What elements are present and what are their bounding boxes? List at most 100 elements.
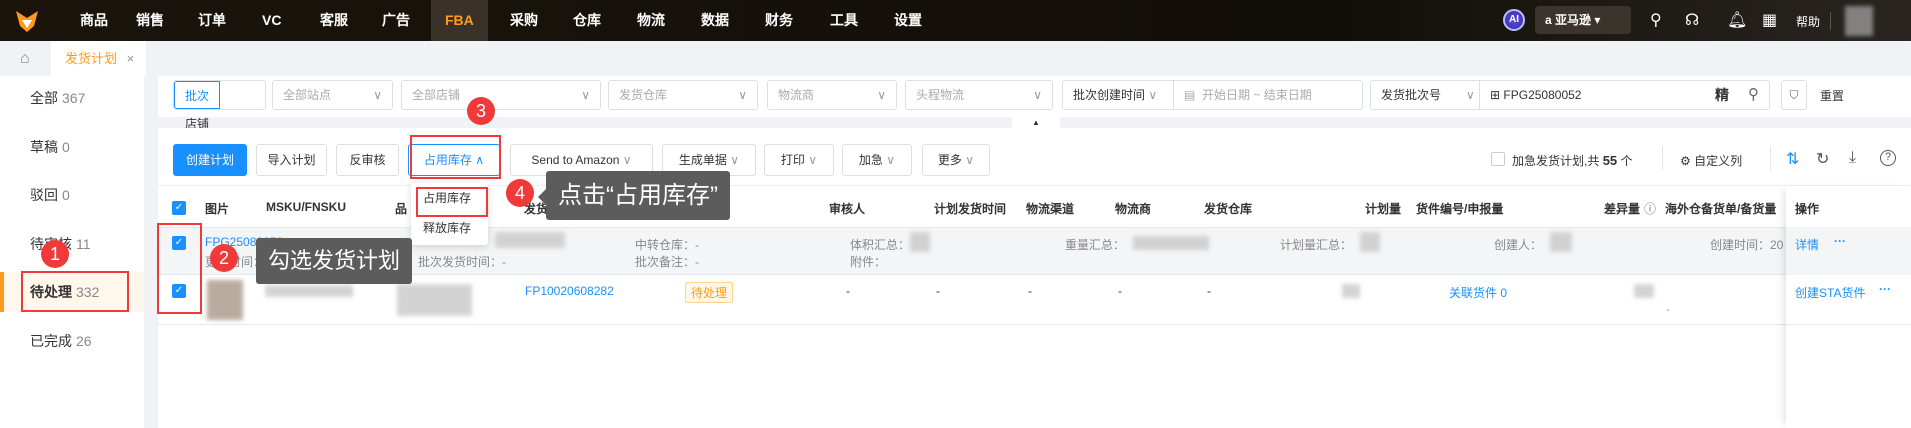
step-2-marker: 2: [210, 244, 238, 272]
select-all-checkbox[interactable]: ✓: [172, 201, 186, 215]
search-icon[interactable]: ⚲: [1650, 10, 1662, 30]
product-image: [207, 280, 243, 320]
column-header-11: 货件编号/申报量: [1416, 202, 1504, 216]
search-type-select[interactable]: 发货批次号: [1381, 88, 1441, 102]
headset-icon[interactable]: ☊: [1685, 10, 1699, 30]
reset-button[interactable]: 重置: [1820, 87, 1844, 104]
highlight-checkboxes: [157, 223, 202, 314]
linked-shipments-link[interactable]: 关联货件 0: [1449, 284, 1507, 301]
blurred-info: [1550, 232, 1572, 252]
menu-item-release-stock[interactable]: 释放库存: [411, 213, 488, 243]
nav-item-5[interactable]: 广告: [368, 0, 424, 41]
help-icon[interactable]: ⓘ: [1644, 200, 1656, 217]
nav-item-9[interactable]: 物流: [623, 0, 679, 41]
nav-item-3[interactable]: VC: [248, 0, 295, 41]
close-icon[interactable]: ×: [127, 51, 135, 66]
overseas-stock: -: [1666, 302, 1670, 316]
create-plan-button[interactable]: 创建计划: [173, 144, 247, 176]
toggle-batch[interactable]: 批次: [174, 81, 220, 109]
chevron-down-icon: ∨: [1033, 88, 1042, 102]
urgent-button[interactable]: 加急 ∨: [842, 144, 912, 176]
blurred-info: [495, 232, 565, 248]
scan-icon: ⊞: [1490, 88, 1501, 102]
shop-select[interactable]: 全部店铺 ∨: [401, 80, 601, 110]
warehouse-select[interactable]: 发货仓库 ∨: [608, 80, 758, 110]
sidebar-item-label: 草稿: [30, 138, 58, 155]
custom-columns-button[interactable]: ⚙ 自定义列: [1680, 152, 1742, 169]
search-input[interactable]: FPG25080052: [1503, 88, 1581, 102]
refresh-icon[interactable]: ↻: [1816, 149, 1829, 169]
sidebar-item-count: 367: [62, 90, 86, 106]
column-header-6: 计划发货时间: [934, 202, 1007, 216]
nav-item-0[interactable]: 商品: [66, 0, 122, 41]
blurred-info: [1133, 236, 1209, 250]
column-header-13: 海外仓备货单/备货量: [1665, 202, 1777, 216]
nav-item-13[interactable]: 设置: [880, 0, 936, 41]
nav-item-11[interactable]: 财务: [751, 0, 807, 41]
logo-icon: [16, 11, 38, 32]
batch-remark: 批次备注：-: [635, 255, 699, 269]
bell-icon[interactable]: 🔔︎: [1727, 10, 1747, 30]
nav-item-8[interactable]: 仓库: [559, 0, 615, 41]
plan-number-link[interactable]: FP10020608282: [525, 284, 614, 298]
step-4-marker: 4: [506, 179, 534, 207]
unaudit-button[interactable]: 反审核: [336, 144, 399, 176]
chevron-down-icon: ∨: [581, 88, 590, 102]
urgent-filter-checkbox[interactable]: [1491, 152, 1505, 166]
highlight-occupy-item: [416, 187, 488, 217]
divider: [1830, 12, 1831, 30]
sidebar-item-5[interactable]: 已完成 26: [0, 321, 144, 361]
exact-match-toggle[interactable]: 精: [1715, 81, 1729, 109]
end-date-input[interactable]: 结束日期: [1264, 88, 1312, 102]
nav-item-6[interactable]: FBA: [431, 0, 488, 41]
plan-qty-total: 计划量汇总：: [1280, 238, 1353, 252]
sidebar-item-1[interactable]: 草稿 0: [0, 127, 144, 167]
more-button[interactable]: 更多 ∨: [922, 144, 990, 176]
sidebar-item-0[interactable]: 全部 367: [0, 78, 144, 118]
sidebar-item-count: 0: [62, 138, 70, 155]
sidebar-item-label: 全部: [30, 90, 58, 106]
import-plan-button[interactable]: 导入计划: [256, 144, 327, 176]
batch-ship-time: 批次发货时间：-: [418, 255, 506, 269]
filter-icon[interactable]: ⛉: [1781, 80, 1807, 110]
help-link[interactable]: 帮助: [1796, 13, 1820, 30]
download-icon[interactable]: ⤓: [1849, 149, 1856, 167]
column-header-8: 物流商: [1115, 202, 1152, 216]
created-time: 创建时间：20: [1710, 238, 1784, 252]
batch-search[interactable]: 发货批次号 ∨ ⊞ FPG25080052 精 ⚲: [1370, 80, 1770, 110]
print-button[interactable]: 打印 ∨: [764, 144, 834, 176]
reviewer: -: [846, 284, 850, 298]
nav-item-10[interactable]: 数据: [687, 0, 743, 41]
sidebar-item-3[interactable]: 待审核11: [0, 224, 144, 264]
nav-item-2[interactable]: 订单: [184, 0, 240, 41]
search-icon[interactable]: ⚲: [1748, 81, 1759, 109]
site-select[interactable]: 全部站点 ∨: [272, 80, 393, 110]
tab-shipping-plan[interactable]: 发货计划 ×: [51, 41, 146, 76]
collapse-filter-toggle[interactable]: ▲: [1012, 117, 1060, 128]
start-date-input[interactable]: 开始日期: [1202, 88, 1250, 102]
carrier-select[interactable]: 物流商 ∨: [767, 80, 897, 110]
date-range-filter[interactable]: 批次创建时间 ∨ ▤ 开始日期 ~ 结束日期: [1062, 80, 1363, 110]
row-density-icon[interactable]: ⇅: [1786, 149, 1799, 169]
help-icon[interactable]: ?: [1880, 150, 1896, 166]
step-1-marker: 1: [41, 240, 69, 268]
home-icon[interactable]: ⌂: [20, 50, 30, 68]
highlight-occupy-button: [410, 135, 501, 179]
time-type-select[interactable]: 批次创建时间: [1073, 88, 1145, 102]
nav-item-4[interactable]: 客服: [306, 0, 362, 41]
nav-item-12[interactable]: 工具: [816, 0, 872, 41]
gear-icon: ⚙: [1680, 154, 1691, 168]
sidebar-item-2[interactable]: 驳回 0: [0, 175, 144, 215]
view-toggle[interactable]: 批次店铺: [173, 80, 266, 131]
nav-item-1[interactable]: 销售: [122, 0, 178, 41]
tab-bar: [0, 41, 1911, 76]
nav-item-7[interactable]: 采购: [496, 0, 552, 41]
product-blurred: [397, 284, 472, 316]
first-leg-select[interactable]: 头程物流 ∨: [905, 80, 1053, 110]
ai-assistant-button[interactable]: AI: [1503, 9, 1525, 31]
column-header-5: 审核人: [829, 202, 866, 216]
avatar[interactable]: [1845, 6, 1873, 36]
apps-grid-icon[interactable]: ▦: [1762, 10, 1777, 30]
store-selector[interactable]: a 亚马逊 ▾: [1535, 6, 1631, 34]
tooltip-select-plan: 勾选发货计划: [256, 238, 413, 284]
